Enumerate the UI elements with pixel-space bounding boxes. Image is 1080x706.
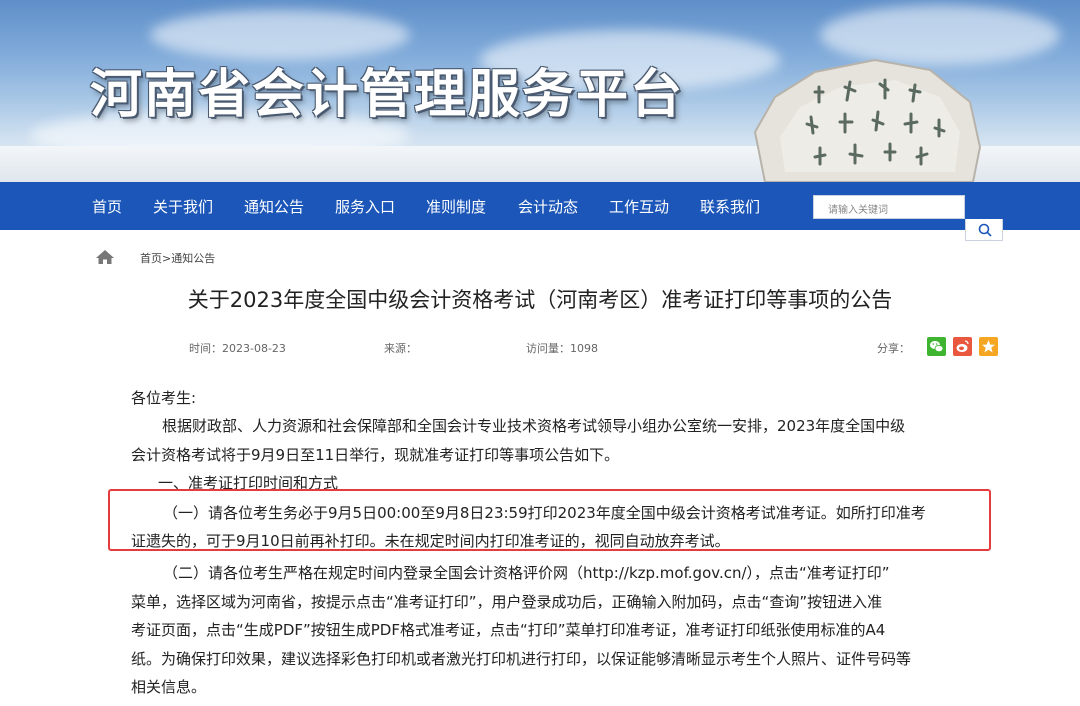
site-title: 河南省会计管理服务平台 <box>90 65 685 125</box>
article-paragraph-line: （二）请各位考生严格在规定时间内登录全国会计资格评价网（http://kzp.m… <box>163 564 890 582</box>
article-paragraph-line: 相关信息。 <box>131 678 207 696</box>
weibo-icon <box>956 340 969 352</box>
share-weibo-button[interactable] <box>953 337 972 356</box>
article-title: 关于2023年度全国中级会计资格考试（河南考区）准考证打印等事项的公告 <box>187 288 893 312</box>
nav-item-contact[interactable]: 联系我们 <box>700 196 760 217</box>
share-wechat-button[interactable] <box>927 337 946 356</box>
article-time: 时间：2023-08-23 <box>189 342 286 355</box>
nav-item-home[interactable]: 首页 <box>92 196 122 217</box>
nav-item-news[interactable]: 会计动态 <box>518 196 578 217</box>
article-paragraph-line: （一）请各位考生务必于9月5日00:00至9月8日23:59打印2023年度全国… <box>163 504 926 522</box>
nav-item-about[interactable]: 关于我们 <box>153 196 213 217</box>
banner-stone-image <box>753 58 982 182</box>
article-greeting: 各位考生: <box>131 389 197 407</box>
article-source: 来源： <box>384 342 417 355</box>
wechat-icon <box>930 341 944 353</box>
article-paragraph-line: 菜单，选择区域为河南省，按提示点击“准考证打印”，用户登录成功后，正确输入附加码… <box>131 593 883 611</box>
breadcrumb[interactable]: 首页>通知公告 <box>140 250 215 266</box>
article-paragraph-line: 根据财政部、人力资源和社会保障部和全国会计专业技术资格考试领导小组办公室统一安排… <box>162 417 906 435</box>
star-icon <box>982 340 995 353</box>
search-button[interactable] <box>965 219 1003 241</box>
home-icon[interactable] <box>95 249 115 265</box>
site-banner: 河南省会计管理服务平台 <box>0 0 1080 182</box>
article-paragraph-line: 纸。为确保打印效果，建议选择彩色打印机或者激光打印机进行打印，以保证能够清晰显示… <box>131 650 912 668</box>
nav-item-interaction[interactable]: 工作互动 <box>609 196 669 217</box>
search-input[interactable]: 请输入关键词 <box>813 195 965 219</box>
share-label: 分享： <box>877 342 910 355</box>
article-paragraph-line: 证遗失的，可于9月10日前再补打印。未在规定时间内打印准考证的，视同自动放弃考试… <box>131 532 730 550</box>
nav-item-notices[interactable]: 通知公告 <box>244 196 304 217</box>
nav-item-standards[interactable]: 准则制度 <box>426 196 486 217</box>
share-qzone-button[interactable] <box>979 337 998 356</box>
nav-item-services[interactable]: 服务入口 <box>335 196 395 217</box>
search-icon <box>978 223 992 237</box>
article-visits: 访问量：1098 <box>526 342 598 355</box>
article-paragraph-line: 会计资格考试将于9月9日至11日举行，现就准考证打印等事项公告如下。 <box>131 446 620 464</box>
article-paragraph-line: 考证页面，点击“生成PDF”按钮生成PDF格式准考证，点击“打印”菜单打印准考证… <box>131 621 886 639</box>
